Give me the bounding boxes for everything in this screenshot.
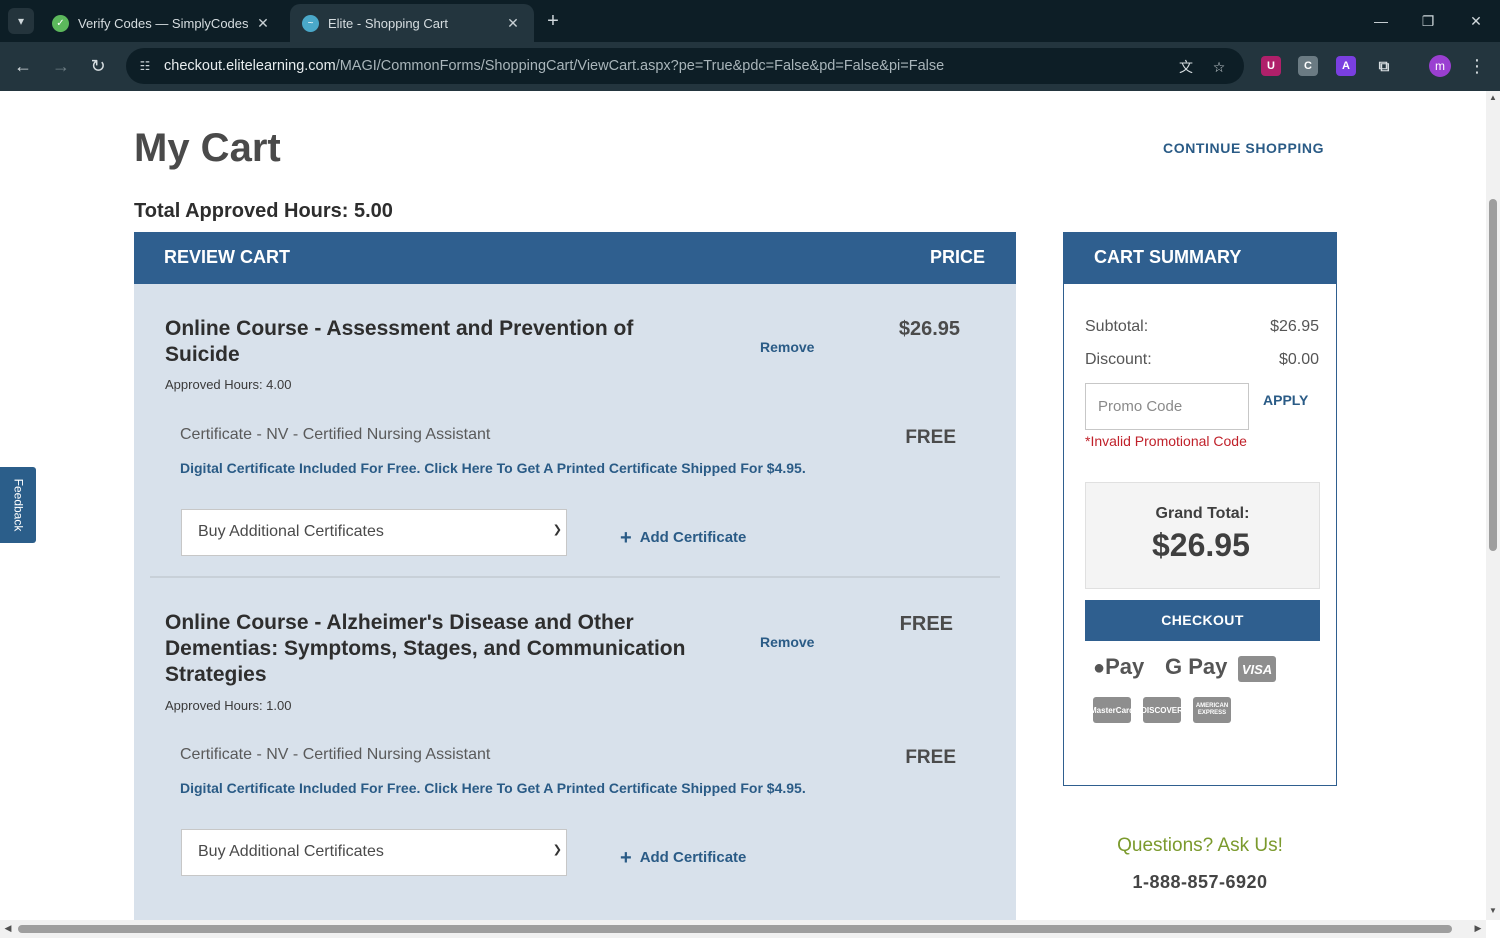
item-price: $26.95 — [898, 318, 960, 340]
support-phone[interactable]: 1-888-857-6920 — [1063, 872, 1337, 893]
remove-item-button[interactable]: Remove — [760, 339, 814, 355]
translate-icon[interactable]: 文 — [1176, 57, 1196, 77]
subtotal-value: $26.95 — [1270, 318, 1319, 335]
add-certificate-button[interactable]: + Add Certificate — [620, 527, 746, 550]
vertical-scroll-thumb[interactable] — [1489, 199, 1497, 551]
add-certificate-label: Add Certificate — [639, 529, 747, 546]
reload-icon[interactable]: ↻ — [85, 53, 111, 79]
plus-icon: + — [620, 847, 632, 869]
tab-title: Elite - Shopping Cart — [328, 15, 448, 31]
scroll-up-icon[interactable]: ▲ — [1486, 93, 1500, 105]
plus-icon: + — [620, 527, 632, 549]
scroll-down-icon[interactable]: ▼ — [1486, 906, 1500, 918]
certificate-name: Certificate - NV - Certified Nursing Ass… — [180, 746, 491, 763]
discount-value: $0.00 — [1278, 351, 1319, 368]
apple-logo-icon: ● — [1093, 657, 1106, 679]
extension-a-icon[interactable]: A — [1336, 56, 1356, 76]
promo-code-placeholder: Promo Code — [1098, 398, 1183, 415]
printed-certificate-link[interactable]: Digital Certificate Included For Free. C… — [180, 460, 806, 476]
browser-toolbar: ← → ↻ ☷ checkout.elitelearning.com/MAGI/… — [0, 42, 1500, 91]
page-title: My Cart — [134, 126, 281, 170]
url-text[interactable]: checkout.elitelearning.com/MAGI/CommonFo… — [164, 58, 944, 74]
minimize-icon[interactable]: — — [1366, 8, 1396, 34]
horizontal-scroll-thumb[interactable] — [18, 925, 1452, 933]
amex-card-icon: AMERICAN EXPRESS — [1193, 697, 1231, 723]
bookmark-star-icon[interactable]: ☆ — [1209, 57, 1229, 77]
grand-total-value: $26.95 — [1152, 527, 1250, 563]
apple-pay-label: Pay — [1105, 654, 1145, 679]
select-value: Buy Additional Certificates — [198, 843, 384, 860]
feedback-label: Feedback — [11, 478, 26, 532]
vertical-scrollbar[interactable]: ▲ ▼ — [1486, 91, 1500, 920]
tab-verify-codes[interactable]: ✓ Verify Codes — SimplyCodes ✕ — [40, 4, 284, 42]
select-value: Buy Additional Certificates — [198, 523, 384, 540]
scroll-right-icon[interactable]: ▶ — [1472, 923, 1484, 934]
close-tab-icon[interactable]: ✕ — [254, 15, 272, 32]
add-certificate-button[interactable]: + Add Certificate — [620, 847, 746, 870]
invalid-promo-message: *Invalid Promotional Code — [1085, 433, 1247, 449]
subtotal-label: Subtotal: — [1085, 318, 1149, 335]
certificate-price: FREE — [905, 427, 956, 448]
close-window-icon[interactable]: ✕ — [1461, 8, 1491, 34]
browser-tab-bar: ▾ ✓ Verify Codes — SimplyCodes ✕ ~ Elite… — [0, 0, 1500, 42]
certificate-price: FREE — [905, 747, 956, 768]
url-path: /MAGI/CommonForms/ShoppingCart/ViewCart.… — [335, 58, 945, 74]
apply-promo-button[interactable]: APPLY — [1263, 392, 1308, 408]
total-approved-hours: Total Approved Hours: 5.00 — [134, 200, 393, 222]
new-tab-icon[interactable]: + — [542, 10, 564, 32]
grand-total-label: Grand Total: — [1155, 505, 1250, 522]
restore-icon[interactable]: ❐ — [1413, 8, 1443, 34]
google-pay-icon: G Pay — [1165, 654, 1228, 679]
printed-certificate-link[interactable]: Digital Certificate Included For Free. C… — [180, 780, 806, 796]
ublock-extension-icon[interactable]: U — [1261, 56, 1281, 76]
extensions-puzzle-icon[interactable]: ⧉ — [1374, 56, 1394, 76]
close-tab-icon[interactable]: ✕ — [504, 15, 522, 32]
promo-code-input[interactable]: Promo Code — [1085, 383, 1249, 430]
approved-hours: Approved Hours: 1.00 — [165, 698, 292, 713]
chevron-down-icon: ❯ — [552, 524, 562, 536]
grand-total-box: Grand Total: $26.95 — [1085, 482, 1320, 589]
browser-menu-icon[interactable]: ⋮ — [1468, 54, 1486, 78]
add-certificate-label: Add Certificate — [639, 849, 747, 866]
extension-c-icon[interactable]: C — [1298, 56, 1318, 76]
elite-favicon-icon: ~ — [302, 14, 319, 32]
address-bar[interactable]: ☷ checkout.elitelearning.com/MAGI/Common… — [126, 48, 1244, 84]
certificate-name: Certificate - NV - Certified Nursing Ass… — [180, 426, 491, 443]
url-host: checkout.elitelearning.com — [164, 58, 336, 74]
visa-card-icon: VISA — [1238, 656, 1276, 682]
checkout-button[interactable]: CHECKOUT — [1085, 600, 1320, 641]
price-column-title: PRICE — [929, 247, 985, 267]
discount-label: Discount: — [1085, 351, 1152, 368]
discover-card-icon: DISCOVER — [1141, 697, 1183, 723]
simplycodes-favicon-icon: ✓ — [52, 14, 69, 32]
profile-avatar[interactable]: m — [1429, 55, 1451, 77]
cart-summary-title: CART SUMMARY — [1094, 247, 1242, 267]
course-title: Online Course - Assessment and Preventio… — [165, 317, 634, 366]
apple-pay-icon: ●Pay — [1093, 654, 1144, 680]
scroll-left-icon[interactable]: ◀ — [2, 923, 14, 934]
tab-search-button[interactable]: ▾ — [8, 8, 34, 34]
chevron-down-icon: ❯ — [552, 844, 562, 856]
site-info-icon[interactable]: ☷ — [136, 57, 154, 75]
item-price: FREE — [899, 613, 953, 635]
continue-shopping-link[interactable]: CONTINUE SHOPPING — [1163, 140, 1324, 156]
course-title: Online Course - Alzheimer's Disease and … — [165, 611, 686, 686]
review-cart-header: REVIEW CART PRICE — [134, 232, 1016, 284]
back-icon[interactable]: ← — [10, 53, 36, 79]
approved-hours: Approved Hours: 4.00 — [165, 377, 292, 392]
tab-title: Verify Codes — SimplyCodes — [78, 15, 249, 31]
tab-elite-shopping-cart[interactable]: ~ Elite - Shopping Cart ✕ — [290, 4, 534, 42]
forward-icon[interactable]: → — [48, 53, 74, 79]
buy-additional-certificates-select[interactable]: Buy Additional Certificates ❯ — [181, 829, 567, 876]
review-cart-title: REVIEW CART — [164, 247, 290, 267]
cart-summary-header: CART SUMMARY — [1063, 232, 1337, 284]
mastercard-icon: MasterCard — [1090, 697, 1134, 723]
buy-additional-certificates-select[interactable]: Buy Additional Certificates ❯ — [181, 509, 567, 556]
feedback-tab[interactable]: Feedback — [0, 467, 36, 543]
questions-heading: Questions? Ask Us! — [1117, 835, 1283, 856]
item-divider — [150, 576, 1000, 578]
remove-item-button[interactable]: Remove — [760, 634, 814, 650]
horizontal-scrollbar[interactable]: ◀ ▶ — [0, 920, 1486, 938]
